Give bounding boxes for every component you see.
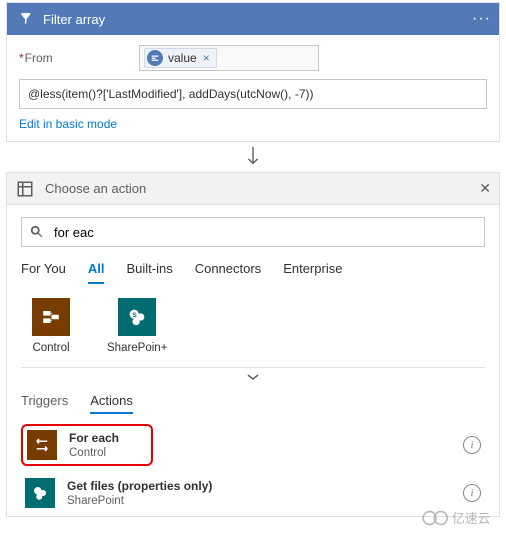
watermark: 亿速云 xyxy=(420,506,500,533)
action-title: For each xyxy=(69,431,151,446)
info-icon[interactable]: i xyxy=(463,484,481,502)
expand-connectors[interactable] xyxy=(21,367,485,385)
scope-tabs: For You All Built-ins Connectors Enterpr… xyxy=(21,261,485,284)
get-files-icon xyxy=(25,478,55,508)
action-subtitle: SharePoint xyxy=(67,494,463,508)
token-icon xyxy=(147,50,163,66)
token-remove-icon[interactable]: × xyxy=(203,51,210,65)
flow-arrow-icon xyxy=(0,142,506,172)
value-token[interactable]: value × xyxy=(144,48,217,68)
connector-sharepoint[interactable]: S SharePoin+ xyxy=(107,298,167,355)
info-icon[interactable]: i xyxy=(463,436,481,454)
search-box[interactable] xyxy=(21,217,485,247)
connector-control[interactable]: Control xyxy=(21,298,81,355)
connector-grid: Control S SharePoin+ xyxy=(21,294,485,361)
action-subtitle: Control xyxy=(69,446,151,460)
tab-triggers[interactable]: Triggers xyxy=(21,393,68,414)
tab-all[interactable]: All xyxy=(88,261,105,284)
from-label: *From xyxy=(19,51,139,65)
search-icon xyxy=(30,225,44,239)
edit-basic-mode-link[interactable]: Edit in basic mode xyxy=(19,117,117,131)
search-input[interactable] xyxy=(52,224,476,241)
for-each-icon xyxy=(27,430,57,460)
close-icon[interactable]: ✕ xyxy=(479,180,491,197)
tab-for-you[interactable]: For You xyxy=(21,261,66,284)
panel-title: Choose an action xyxy=(45,181,479,196)
filter-array-body: *From value × @less(item()?['LastModifie… xyxy=(7,35,499,141)
from-input[interactable]: value × xyxy=(139,45,319,71)
tab-connectors[interactable]: Connectors xyxy=(195,261,261,284)
sharepoint-icon: S xyxy=(118,298,156,336)
tab-built-ins[interactable]: Built-ins xyxy=(126,261,172,284)
action-title: Get files (properties only) xyxy=(67,479,463,494)
tab-actions[interactable]: Actions xyxy=(90,393,133,414)
result-tabs: Triggers Actions xyxy=(21,393,485,414)
svg-text:亿速云: 亿速云 xyxy=(452,511,491,526)
choose-action-panel: Choose an action ✕ For You All Built-ins… xyxy=(6,172,500,517)
action-panel-icon xyxy=(15,179,35,199)
control-icon xyxy=(32,298,70,336)
action-get-files[interactable]: Get files (properties only) SharePoint i xyxy=(21,470,485,516)
action-list: For each Control i Get files (properties… xyxy=(21,422,485,516)
card-menu-icon[interactable]: ··· xyxy=(472,10,491,28)
filter-array-header[interactable]: Filter array ··· xyxy=(7,3,499,35)
svg-text:S: S xyxy=(132,312,137,319)
choose-action-header: Choose an action ✕ xyxy=(7,173,499,205)
expression-input[interactable]: @less(item()?['LastModified'], addDays(u… xyxy=(19,79,487,109)
filter-array-card: Filter array ··· *From value × @less(ite… xyxy=(6,2,500,142)
highlight-box: For each Control xyxy=(21,424,153,466)
filter-array-icon xyxy=(15,9,35,29)
action-for-each[interactable]: For each Control i xyxy=(21,422,485,468)
card-title: Filter array xyxy=(43,12,472,27)
tab-enterprise[interactable]: Enterprise xyxy=(283,261,342,284)
